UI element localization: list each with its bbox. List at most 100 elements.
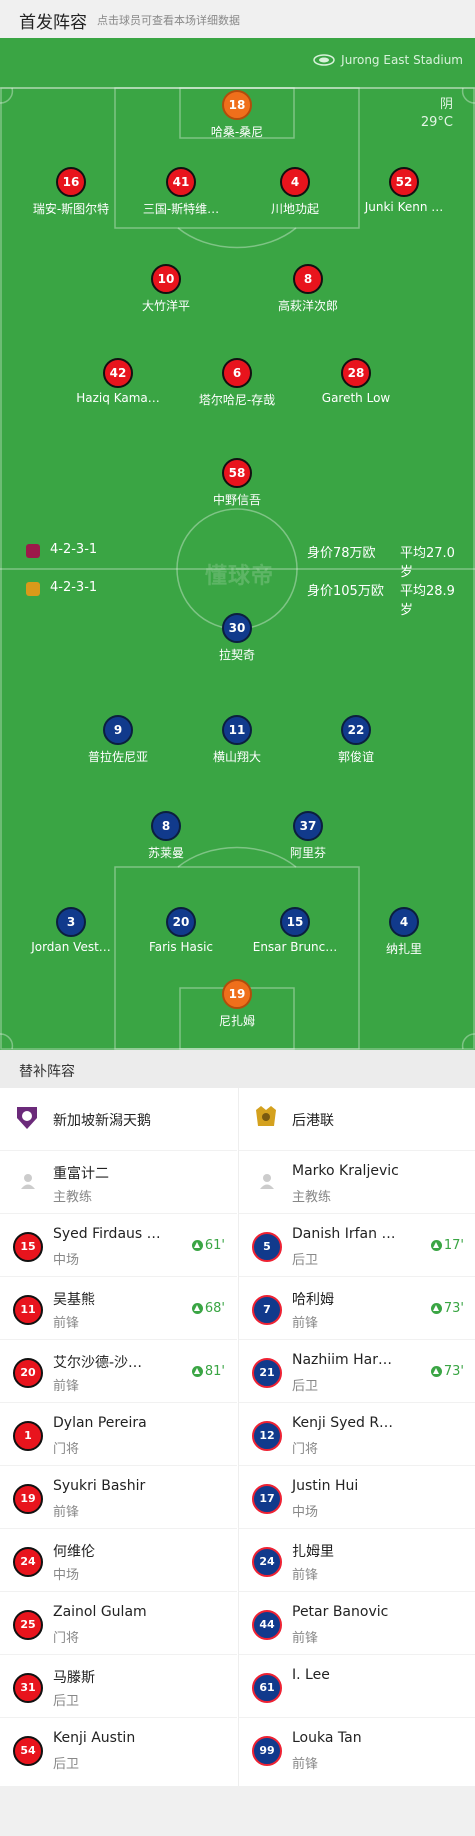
substitute-name: 吴基熊 <box>53 1292 95 1308</box>
sub-on-minute-text: 73' <box>443 1301 464 1316</box>
substitute-position: 后卫 <box>292 1379 319 1394</box>
away-player[interactable]: 22 郭俊谊 <box>296 715 416 765</box>
away-player[interactable]: 19 尼扎姆 <box>177 979 297 1029</box>
substitute-name: I. Lee <box>292 1667 330 1683</box>
coach-row[interactable]: 重富计二 主教练 <box>0 1150 237 1214</box>
substitute-row[interactable]: 25 Zainol Gulam 门将 <box>0 1591 237 1655</box>
home-player[interactable]: 52 Junki Kenn … <box>344 167 464 214</box>
substitute-name: 哈利姆 <box>292 1292 334 1308</box>
substitute-position: 后卫 <box>53 1694 80 1709</box>
home-player[interactable]: 8 高萩洋次郎 <box>248 264 368 314</box>
substitute-row[interactable]: 44 Petar Banovic 前锋 <box>239 1591 475 1655</box>
substitute-row[interactable]: 17 Justin Hui 中场 <box>239 1465 475 1529</box>
substitute-row[interactable]: 99 Louka Tan 前锋 <box>239 1717 475 1781</box>
coach-row[interactable]: Marko Kraljevic 主教练 <box>239 1150 475 1214</box>
player-number: 8 <box>151 811 181 841</box>
away-player[interactable]: 20 Faris Hasic <box>121 907 241 954</box>
home-team-name: 新加坡新潟天鹅 <box>53 1113 151 1129</box>
player-number: 11 <box>222 715 252 745</box>
player-number: 20 <box>166 907 196 937</box>
home-player[interactable]: 16 瑞安-斯图尔特 <box>11 167 131 217</box>
substitute-position: 前锋 <box>292 1631 319 1646</box>
away-player[interactable]: 8 苏莱曼 <box>106 811 226 861</box>
sub-on-minute-text: 17' <box>443 1238 464 1253</box>
away-substitutes: 后港联 Marko Kraljevic 主教练 5 Danish Irfan … 后卫 1… <box>238 1088 475 1786</box>
home-player[interactable]: 42 Haziq Kama… <box>58 358 178 405</box>
substitute-row[interactable]: 15 Syed Firdaus … 中场 61' <box>0 1213 237 1277</box>
substitute-number: 54 <box>13 1736 43 1766</box>
away-formation: 4-2-3-1 <box>50 580 98 595</box>
substitute-number: 15 <box>13 1232 43 1262</box>
player-number: 6 <box>222 358 252 388</box>
home-player[interactable]: 18 哈桑-桑尼 <box>177 90 297 140</box>
substitute-number: 25 <box>13 1610 43 1640</box>
substitute-row[interactable]: 12 Kenji Syed R… 门将 <box>239 1402 475 1466</box>
player-name: 纳扎里 <box>385 942 422 956</box>
player-name: Jordan Vest… <box>31 940 111 954</box>
player-name: 拉契奇 <box>218 648 255 662</box>
away-player[interactable]: 4 纳扎里 <box>344 907 464 957</box>
sub-on-icon <box>430 1240 442 1251</box>
away-team-info: 4-2-3-1 身价105万欧 平均28.9岁 <box>26 580 466 618</box>
away-player[interactable]: 11 横山翔大 <box>177 715 297 765</box>
substitute-row[interactable]: 7 哈利姆前锋 73' <box>239 1276 475 1340</box>
sub-on-minute: 61' <box>191 1238 225 1253</box>
substitute-number: 17 <box>252 1484 282 1514</box>
substitute-row[interactable]: 61 I. Lee <box>239 1654 475 1718</box>
player-name: 中野信吾 <box>212 493 261 507</box>
home-player[interactable]: 41 三国-斯特维… <box>121 167 241 217</box>
pitch: Jurong East Stadium 阴 29°C 懂球帝 4-2-3-1 身… <box>0 38 475 1050</box>
player-name: 塔尔哈尼-存哉 <box>198 393 276 407</box>
substitute-row[interactable]: 54 Kenji Austin 后卫 <box>0 1717 237 1781</box>
away-player[interactable]: 3 Jordan Vest… <box>11 907 131 954</box>
player-number: 30 <box>222 613 252 643</box>
player-number: 22 <box>341 715 371 745</box>
away-team-logo-icon <box>256 1106 276 1126</box>
substitute-row[interactable]: 11 吴基熊 前锋 68' <box>0 1276 237 1340</box>
home-player[interactable]: 10 大竹洋平 <box>106 264 226 314</box>
home-team-logo-icon <box>17 1107 37 1129</box>
sub-on-minute: 81' <box>191 1364 225 1379</box>
away-player[interactable]: 37 阿里芬 <box>248 811 368 861</box>
home-player[interactable]: 28 Gareth Low <box>296 358 416 405</box>
player-number: 10 <box>151 264 181 294</box>
player-name: 瑞安-斯图尔特 <box>32 202 110 216</box>
weather: 阴 29°C <box>421 96 453 132</box>
substitute-row[interactable]: 5 Danish Irfan … 后卫 17' <box>239 1213 475 1277</box>
sub-on-icon <box>191 1303 203 1314</box>
player-number: 37 <box>293 811 323 841</box>
player-name: 大竹洋平 <box>141 299 190 313</box>
substitute-row[interactable]: 1 Dylan Pereira 门将 <box>0 1402 237 1466</box>
player-number: 4 <box>389 907 419 937</box>
substitute-row[interactable]: 21 Nazhiim Har… 后卫 73' <box>239 1339 475 1403</box>
substitute-name: Syed Firdaus … <box>53 1226 161 1242</box>
substitute-row[interactable]: 31 马滕斯 后卫 <box>0 1654 237 1718</box>
player-number: 8 <box>293 264 323 294</box>
player-name: Junki Kenn … <box>364 200 444 214</box>
player-number: 28 <box>341 358 371 388</box>
away-player[interactable]: 9 普拉佐尼亚 <box>58 715 178 765</box>
home-player[interactable]: 4 川地功起 <box>235 167 355 217</box>
substitute-row[interactable]: 19 Syukri Bashir 前锋 <box>0 1465 237 1529</box>
away-player[interactable]: 15 Ensar Brunc… <box>235 907 355 954</box>
lineup-header: 首发阵容 点击球员可查看本场详细数据 <box>0 0 475 38</box>
substitute-row[interactable]: 20 艾尔沙德-沙… 前锋 81' <box>0 1339 237 1403</box>
substitute-row[interactable]: 24 何维伦 中场 <box>0 1528 237 1592</box>
player-name: 尼扎姆 <box>218 1014 255 1028</box>
substitute-name: Kenji Syed R… <box>292 1415 394 1431</box>
substitute-row[interactable]: 24 扎姆里 前锋 <box>239 1528 475 1592</box>
home-player[interactable]: 58 中野信吾 <box>177 458 297 508</box>
home-player[interactable]: 6 塔尔哈尼-存哉 <box>177 358 297 408</box>
player-name: 三国-斯特维… <box>142 202 220 216</box>
substitute-number: 19 <box>13 1484 43 1514</box>
weather-temperature: 29°C <box>420 115 453 130</box>
coach-role: 主教练 <box>292 1190 332 1205</box>
substitute-position: 后卫 <box>53 1757 80 1772</box>
sub-on-minute-text: 68' <box>204 1301 225 1316</box>
coach-avatar-icon <box>260 1174 274 1189</box>
substitute-number: 7 <box>252 1295 282 1325</box>
substitute-position: 前锋 <box>292 1316 319 1331</box>
away-player[interactable]: 30 拉契奇 <box>177 613 297 663</box>
lineup-hint: 点击球员可查看本场详细数据 <box>97 14 240 27</box>
sub-on-minute-text: 81' <box>204 1364 225 1379</box>
